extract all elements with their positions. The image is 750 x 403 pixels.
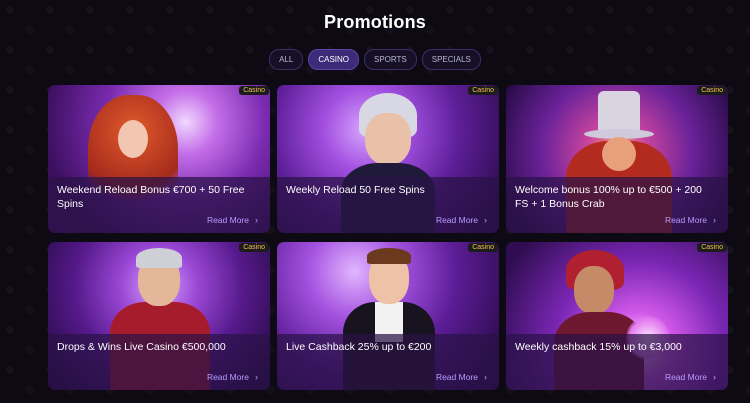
read-more-link[interactable]: Read More › [665,215,716,225]
chevron-right-icon: › [255,215,258,225]
category-badge: Casino [697,86,727,95]
promo-card[interactable]: Casino Welcome bonus 100% up to €500 + 2… [506,85,728,233]
card-overlay: Weekly Reload 50 Free Spins Read More › [277,177,499,233]
chevron-right-icon: › [713,372,716,382]
promo-title: Welcome bonus 100% up to €500 + 200 FS +… [515,184,702,210]
read-more-label: Read More [664,215,707,225]
promo-title: Weekly cashback 15% up to €3,000 [515,341,682,353]
promo-title: Drops & Wins Live Casino €500,000 [57,341,226,353]
read-more-link[interactable]: Read More › [207,215,258,225]
card-overlay: Welcome bonus 100% up to €500 + 200 FS +… [506,177,728,233]
chevron-right-icon: › [484,215,487,225]
promo-title: Weekly Reload 50 Free Spins [286,184,425,196]
card-overlay: Live Cashback 25% up to €200 Read More › [277,334,499,390]
chevron-right-icon: › [255,372,258,382]
category-badge: Casino [239,243,269,252]
promo-card[interactable]: Casino Weekly cashback 15% up to €3,000 … [506,242,728,390]
category-badge: Casino [468,243,498,252]
read-more-label: Read More [664,372,707,382]
read-more-link[interactable]: Read More › [207,372,258,382]
read-more-link[interactable]: Read More › [436,372,487,382]
read-more-link[interactable]: Read More › [436,215,487,225]
read-more-link[interactable]: Read More › [665,372,716,382]
filter-sports[interactable]: SPORTS [364,49,417,70]
promo-card[interactable]: Casino Weekend Reload Bonus €700 + 50 Fr… [48,85,270,233]
promotions-grid: Casino Weekend Reload Bonus €700 + 50 Fr… [48,85,728,390]
promo-card[interactable]: Casino Drops & Wins Live Casino €500,000… [48,242,270,390]
read-more-label: Read More [435,215,478,225]
promo-card[interactable]: Casino Weekly Reload 50 Free Spins Read … [277,85,499,233]
card-overlay: Drops & Wins Live Casino €500,000 Read M… [48,334,270,390]
promo-card[interactable]: Casino Live Cashback 25% up to €200 Read… [277,242,499,390]
category-badge: Casino [697,243,727,252]
filter-all[interactable]: ALL [269,49,304,70]
filter-casino[interactable]: CASINO [308,49,359,70]
filter-specials[interactable]: SPECIALS [421,49,481,70]
chevron-right-icon: › [713,215,716,225]
card-overlay: Weekly cashback 15% up to €3,000 Read Mo… [506,334,728,390]
read-more-label: Read More [435,372,478,382]
read-more-label: Read More [206,215,249,225]
promo-title: Weekend Reload Bonus €700 + 50 Free Spin… [57,184,245,210]
promo-title: Live Cashback 25% up to €200 [286,341,432,353]
chevron-right-icon: › [484,372,487,382]
page-title: Promotions [323,12,426,32]
category-badge: Casino [468,86,498,95]
read-more-label: Read More [206,372,249,382]
category-badge: Casino [239,86,269,95]
filter-tabs: ALL CASINO SPORTS SPECIALS [0,49,750,70]
card-overlay: Weekend Reload Bonus €700 + 50 Free Spin… [48,177,270,233]
